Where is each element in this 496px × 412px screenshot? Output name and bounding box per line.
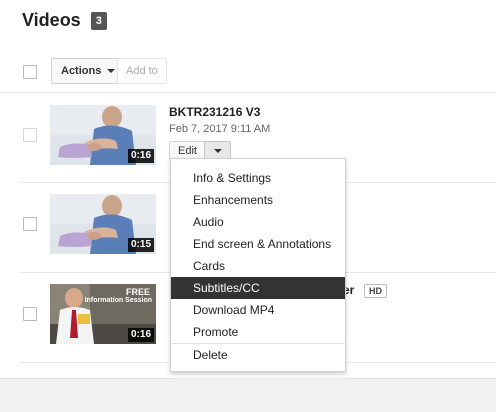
hd-badge: HD bbox=[364, 284, 387, 298]
edit-label: Edit bbox=[178, 144, 197, 157]
video-title[interactable]: BKTR231216 V3 bbox=[169, 105, 260, 119]
toolbar: Actions Add to bbox=[0, 54, 496, 90]
chevron-down-icon bbox=[213, 148, 222, 153]
row-checkbox[interactable] bbox=[23, 128, 37, 142]
actions-label: Actions bbox=[61, 65, 102, 77]
menu-item-delete[interactable]: Delete bbox=[171, 344, 345, 366]
menu-item-download-mp4[interactable]: Download MP4 bbox=[171, 299, 345, 321]
page-header: Videos 3 bbox=[22, 10, 107, 31]
add-to-button[interactable]: Add to bbox=[117, 58, 167, 84]
menu-item-promote[interactable]: Promote bbox=[171, 321, 345, 343]
add-to-label: Add to bbox=[126, 65, 158, 77]
video-date: Feb 7, 2017 9:11 AM bbox=[169, 123, 271, 135]
footer-bar bbox=[0, 378, 496, 412]
duration-label: 0:15 bbox=[127, 238, 154, 252]
video-thumbnail[interactable]: FREE Information Session 0:16 bbox=[50, 284, 156, 344]
video-thumbnail[interactable]: 0:15 bbox=[50, 194, 156, 254]
thumbnail-subcaption: Information Session bbox=[84, 297, 152, 304]
menu-item-enhancements[interactable]: Enhancements bbox=[171, 189, 345, 211]
duration-label: 0:16 bbox=[127, 149, 154, 163]
select-all-checkbox[interactable] bbox=[23, 65, 37, 79]
row-checkbox[interactable] bbox=[23, 217, 37, 231]
chevron-down-icon bbox=[107, 69, 116, 73]
edit-dropdown-menu: Info & Settings Enhancements Audio End s… bbox=[170, 158, 346, 372]
menu-item-cards[interactable]: Cards bbox=[171, 255, 345, 277]
actions-button[interactable]: Actions bbox=[51, 58, 126, 84]
menu-item-end-screen-annotations[interactable]: End screen & Annotations bbox=[171, 233, 345, 255]
menu-item-info-settings[interactable]: Info & Settings bbox=[171, 167, 345, 189]
menu-item-audio[interactable]: Audio bbox=[171, 211, 345, 233]
duration-label: 0:16 bbox=[127, 328, 154, 342]
row-checkbox[interactable] bbox=[23, 307, 37, 321]
video-count-badge: 3 bbox=[90, 11, 107, 30]
video-thumbnail[interactable]: 0:16 bbox=[50, 105, 156, 165]
menu-item-subtitles-cc[interactable]: Subtitles/CC bbox=[171, 277, 345, 299]
thumbnail-caption: FREE bbox=[125, 287, 150, 297]
page-title: Videos bbox=[22, 10, 81, 30]
